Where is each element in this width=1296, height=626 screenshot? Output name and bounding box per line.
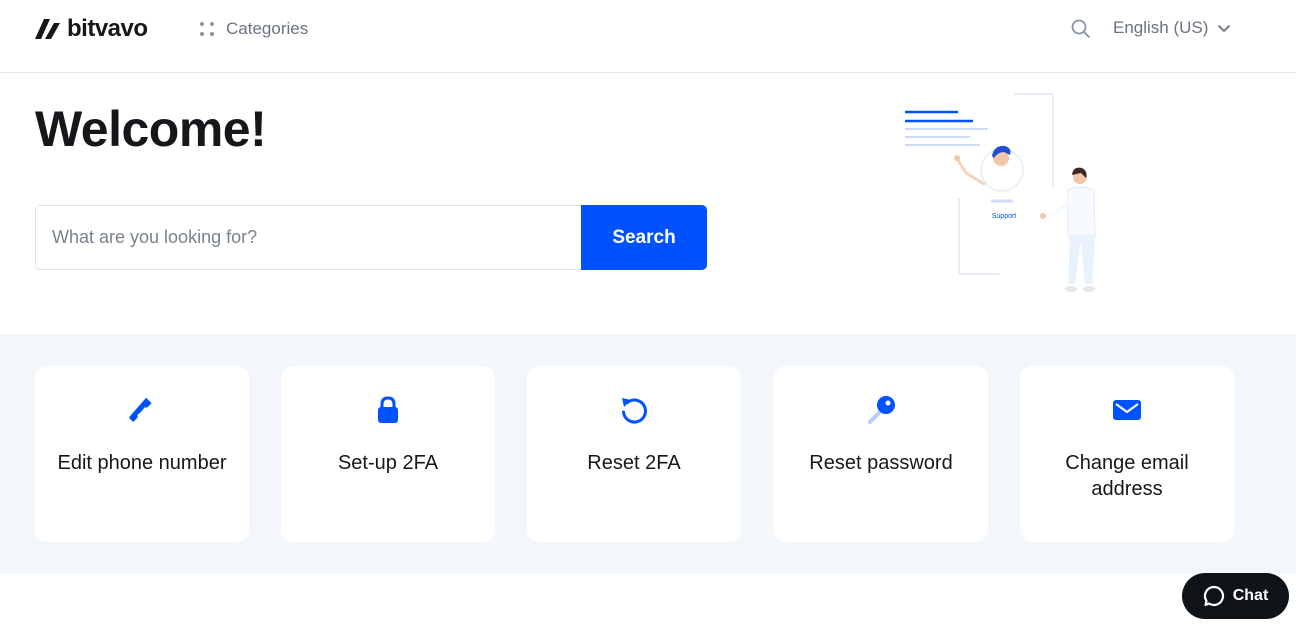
language-label: English (US): [1113, 18, 1209, 37]
card-label: Set-up 2FA: [337, 452, 439, 474]
search-icon[interactable]: [1070, 18, 1092, 40]
search-input[interactable]: [35, 205, 581, 270]
card-label: Change email address: [1065, 452, 1189, 500]
reset-icon: [622, 398, 647, 424]
card-reset-2fa[interactable]: Reset 2FA: [527, 366, 741, 542]
support-illustration: Support: [905, 93, 1096, 292]
grid-dots-icon: [200, 22, 214, 36]
search-button[interactable]: Search: [581, 205, 707, 270]
card-label: Reset password: [809, 452, 953, 474]
quick-actions-band: Edit phone number Set-up 2FA Reset 2FA R…: [0, 334, 1296, 574]
card-label: Edit phone number: [57, 452, 227, 474]
language-selector[interactable]: English (US): [1113, 16, 1231, 40]
card-set-up-2fa[interactable]: Set-up 2FA: [281, 366, 495, 542]
card-change-email-address[interactable]: Change email address: [1020, 366, 1234, 542]
page-title: Welcome!: [35, 101, 267, 157]
card-reset-password[interactable]: Reset password: [774, 366, 988, 542]
logo-mark-icon: [35, 19, 60, 39]
chat-bubble-icon: [1203, 585, 1224, 607]
chat-label: Chat: [1232, 587, 1269, 604]
chat-button[interactable]: Chat: [1182, 573, 1289, 619]
categories-label: Categories: [226, 19, 309, 38]
help-search-form: Search: [35, 205, 707, 270]
phone-icon: [129, 397, 152, 422]
lock-icon: [378, 396, 398, 423]
top-header: bitvavo Categories English (US): [0, 0, 1296, 73]
categories-menu[interactable]: Categories: [200, 17, 308, 41]
mail-icon: [1113, 400, 1141, 420]
card-edit-phone-number[interactable]: Edit phone number: [35, 366, 249, 542]
bitvavo-logo[interactable]: bitvavo: [35, 15, 148, 42]
logo-text: bitvavo: [67, 15, 148, 42]
chevron-down-icon: [1218, 25, 1231, 32]
support-caption: Support: [992, 213, 1017, 220]
key-icon: [868, 396, 895, 424]
card-label: Reset 2FA: [587, 452, 681, 474]
